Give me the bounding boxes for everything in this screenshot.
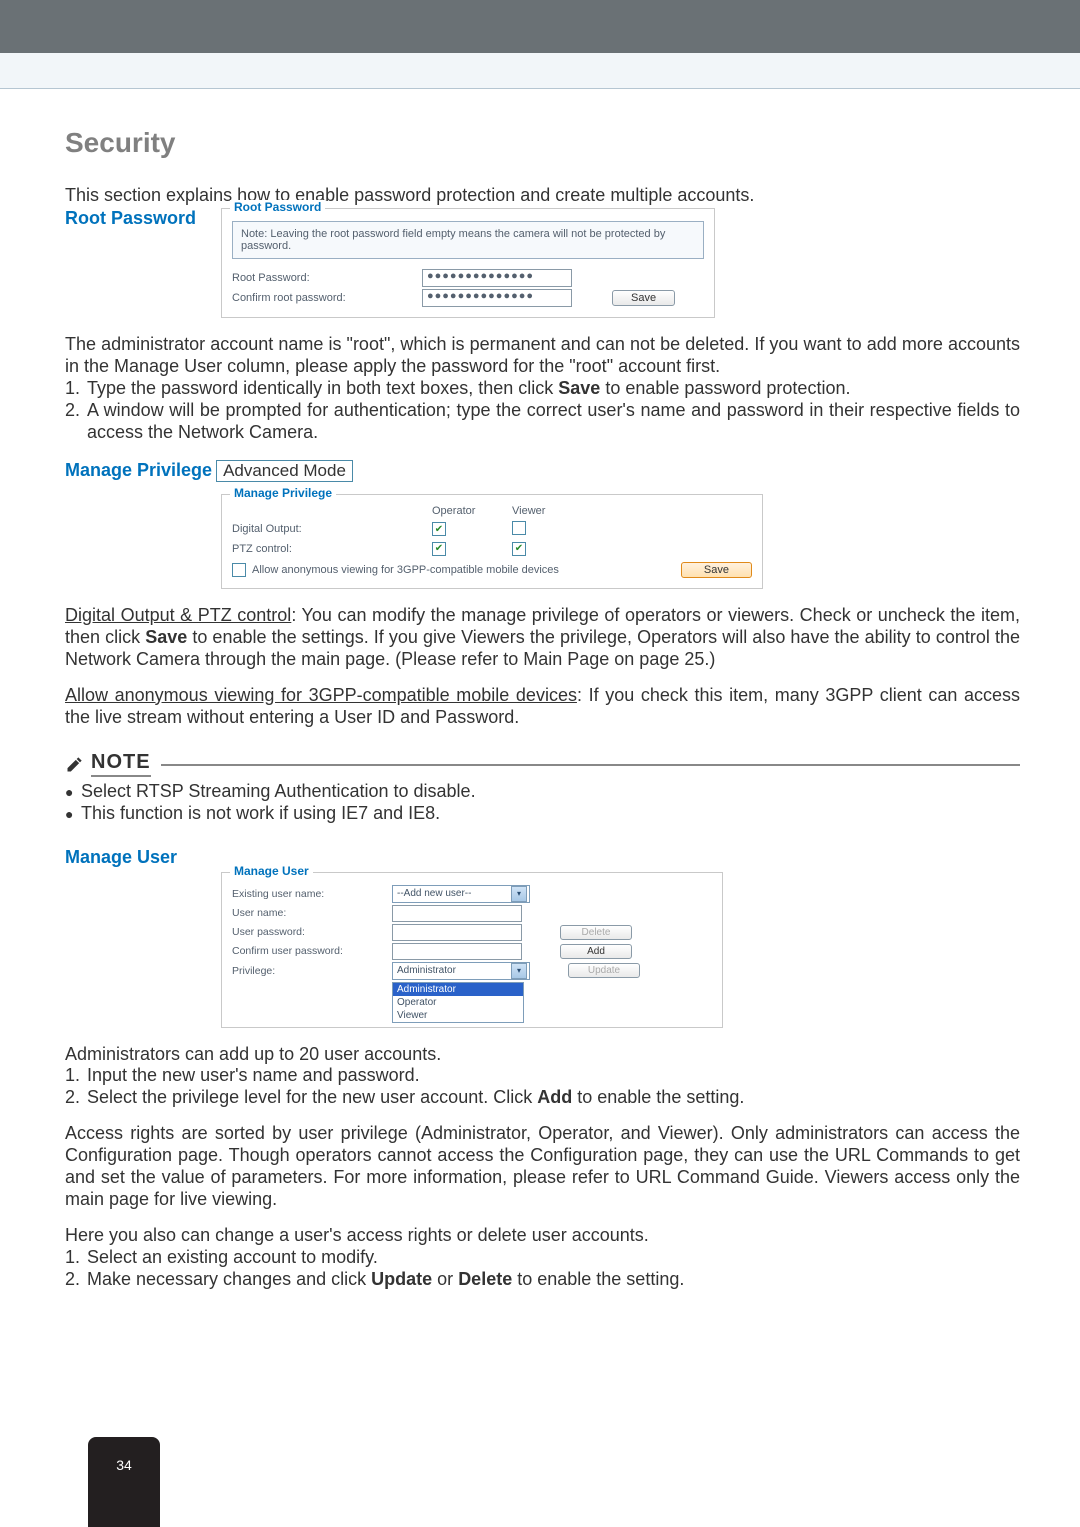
mu-li4d: Delete	[458, 1269, 512, 1289]
pencil-icon	[65, 754, 85, 774]
mu-li1: Input the new user's name and password.	[87, 1065, 1020, 1087]
advanced-mode-badge: Advanced Mode	[216, 460, 353, 482]
manage-user-legend: Manage User	[230, 864, 313, 878]
page-number: 34	[88, 1457, 160, 1473]
root-desc-li1b: Save	[558, 378, 600, 398]
mu-li4c: or	[432, 1269, 458, 1289]
root-desc-li2: A window will be prompted for authentica…	[87, 400, 1020, 444]
confirm-root-password-label: Confirm root password:	[232, 292, 422, 304]
existing-user-select[interactable]: --Add new user-- ▾	[392, 885, 530, 903]
privilege-option-viewer[interactable]: Viewer	[393, 1009, 523, 1022]
confirm-user-password-label: Confirm user password:	[232, 945, 392, 957]
row-digital-output: Digital Output:	[232, 523, 432, 535]
root-password-heading: Root Password	[65, 208, 221, 229]
allow-anonymous-checkbox[interactable]	[232, 563, 246, 577]
allow-anonymous-label: Allow anonymous viewing for 3GPP-compati…	[252, 564, 611, 576]
mu-p2: Access rights are sorted by user privile…	[65, 1123, 1020, 1211]
bullet-icon: ●	[65, 781, 81, 803]
mp-desc-u1: Digital Output & PTZ control	[65, 605, 291, 625]
top-bar	[0, 0, 1080, 53]
user-name-label: User name:	[232, 907, 392, 919]
privilege-value: Administrator	[397, 965, 456, 976]
existing-user-value: --Add new user--	[397, 888, 471, 899]
mu-p3: Here you also can change a user's access…	[65, 1225, 1020, 1247]
mu-li4a: Make necessary changes and click	[87, 1269, 371, 1289]
add-button[interactable]: Add	[560, 944, 632, 959]
root-password-description: The administrator account name is "root"…	[65, 334, 1020, 444]
mu-li4b: Update	[371, 1269, 432, 1289]
mu-li2a: Select the privilege level for the new u…	[87, 1087, 537, 1107]
manage-privilege-save-button[interactable]: Save	[681, 562, 752, 578]
manage-user-description: Administrators can add up to 20 user acc…	[65, 1044, 1020, 1292]
privilege-option-operator[interactable]: Operator	[393, 996, 523, 1009]
note-block: NOTE ●Select RTSP Streaming Authenticati…	[65, 751, 1020, 825]
privilege-select[interactable]: Administrator ▾	[392, 962, 530, 980]
ptz-operator-checkbox[interactable]	[432, 542, 446, 556]
manage-privilege-heading: Manage Privilege	[65, 460, 212, 481]
chevron-down-icon: ▾	[511, 886, 527, 902]
chevron-down-icon: ▾	[511, 963, 527, 979]
digital-output-operator-checkbox[interactable]	[432, 522, 446, 536]
update-button[interactable]: Update	[568, 963, 640, 978]
digital-output-viewer-checkbox[interactable]	[512, 521, 526, 535]
intro-text: This section explains how to enable pass…	[65, 185, 1020, 206]
privilege-dropdown[interactable]: Administrator Operator Viewer	[392, 982, 524, 1023]
mu-li3: Select an existing account to modify.	[87, 1247, 1020, 1269]
manage-privilege-description: Digital Output & PTZ control: You can mo…	[65, 605, 1020, 729]
ptz-viewer-checkbox[interactable]	[512, 542, 526, 556]
note-b1: Select RTSP Streaming Authentication to …	[81, 781, 476, 802]
root-password-panel: Root Password Note: Leaving the root pas…	[221, 208, 715, 318]
confirm-root-password-input[interactable]: ●●●●●●●●●●●●●●	[422, 289, 572, 307]
page-title: Security	[65, 127, 1020, 159]
manage-user-heading: Manage User	[65, 847, 1020, 868]
privilege-option-admin[interactable]: Administrator	[393, 983, 523, 996]
user-password-input[interactable]	[392, 924, 522, 941]
root-password-save-button[interactable]: Save	[612, 290, 675, 306]
bullet-icon: ●	[65, 803, 81, 825]
user-name-input[interactable]	[392, 905, 522, 922]
confirm-user-password-input[interactable]	[392, 943, 522, 960]
existing-user-label: Existing user name:	[232, 888, 392, 900]
mu-li4e: to enable the setting.	[512, 1269, 684, 1289]
root-desc-li1c: to enable password protection.	[600, 378, 850, 398]
root-desc-p1: The administrator account name is "root"…	[65, 334, 1020, 378]
mu-p1: Administrators can add up to 20 user acc…	[65, 1044, 1020, 1066]
col-operator: Operator	[432, 505, 512, 517]
root-desc-li1a: Type the password identically in both te…	[87, 378, 558, 398]
mu-li2b: Add	[537, 1087, 572, 1107]
row-ptz-control: PTZ control:	[232, 543, 432, 555]
root-password-label: Root Password:	[232, 272, 422, 284]
mp-d1b: Save	[145, 627, 187, 647]
page-number-tab	[88, 1437, 160, 1527]
manage-user-panel: Manage User Existing user name: --Add ne…	[221, 872, 723, 1028]
user-password-label: User password:	[232, 926, 392, 938]
header-band	[0, 53, 1080, 89]
root-password-legend: Root Password	[230, 200, 325, 214]
manage-privilege-panel: Manage Privilege Operator Viewer Digital…	[221, 494, 763, 589]
note-rule	[161, 764, 1020, 766]
note-word: NOTE	[91, 751, 151, 773]
manage-privilege-legend: Manage Privilege	[230, 486, 336, 500]
mp-desc-u2: Allow anonymous viewing for 3GPP-compati…	[65, 685, 577, 705]
mp-d1c: to enable the settings. If you give View…	[65, 627, 1020, 669]
delete-button[interactable]: Delete	[560, 925, 632, 940]
note-b2: This function is not work if using IE7 a…	[81, 803, 440, 824]
col-viewer: Viewer	[512, 505, 592, 517]
root-password-input[interactable]: ●●●●●●●●●●●●●●	[422, 269, 572, 287]
privilege-label: Privilege:	[232, 965, 392, 977]
root-password-note: Note: Leaving the root password field em…	[232, 221, 704, 259]
mu-li2c: to enable the setting.	[572, 1087, 744, 1107]
